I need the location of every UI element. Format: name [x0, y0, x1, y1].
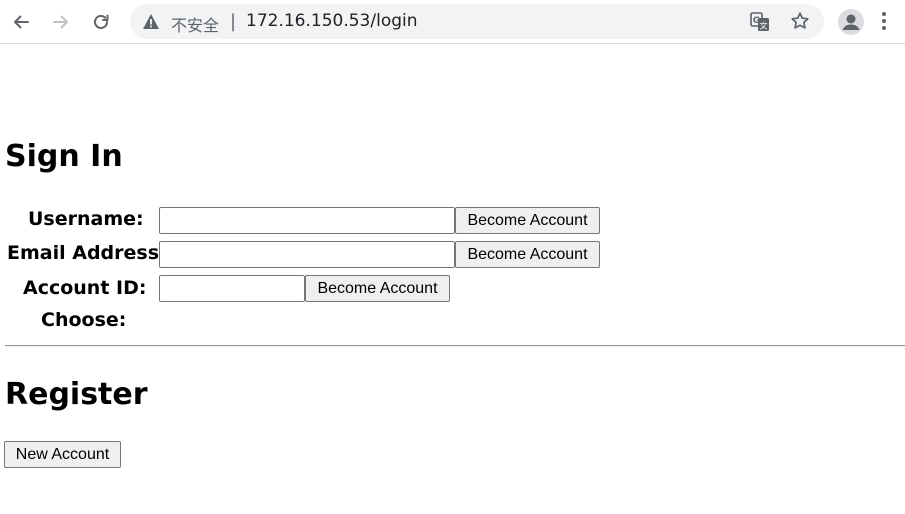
- star-icon[interactable]: [790, 11, 810, 35]
- forward-arrow-icon[interactable]: [48, 9, 74, 35]
- svg-text:文: 文: [760, 21, 768, 31]
- translate-icon[interactable]: G 文: [750, 12, 770, 36]
- account-id-become-account-button[interactable]: Become Account: [305, 275, 450, 302]
- email-address-input[interactable]: [159, 241, 455, 268]
- address-separator: |: [230, 11, 237, 32]
- username-become-account-button[interactable]: Become Account: [455, 207, 600, 234]
- account-id-input[interactable]: [159, 275, 305, 302]
- profile-icon[interactable]: [838, 9, 864, 35]
- new-account-button[interactable]: New Account: [4, 441, 121, 468]
- page-content: Sign In Username: Become Account Email A…: [0, 44, 905, 514]
- more-vert-icon[interactable]: [880, 10, 888, 36]
- email-become-account-button[interactable]: Become Account: [455, 241, 600, 268]
- address-bar[interactable]: 不安全 | 172.16.150.53/login G 文: [130, 4, 824, 39]
- url-text[interactable]: 172.16.150.53/login: [246, 11, 418, 31]
- back-arrow-icon[interactable]: [8, 9, 34, 35]
- section-divider: [5, 345, 905, 347]
- username-input[interactable]: [159, 207, 455, 234]
- warning-icon[interactable]: [142, 13, 160, 34]
- username-label: Username:: [28, 208, 144, 230]
- register-heading: Register: [5, 377, 148, 412]
- sign-in-heading: Sign In: [5, 139, 123, 174]
- account-id-label: Account ID:: [23, 277, 147, 299]
- security-status-label[interactable]: 不安全: [171, 12, 219, 36]
- email-address-label: Email Address:: [7, 242, 167, 264]
- browser-toolbar: 不安全 | 172.16.150.53/login G 文: [0, 0, 905, 44]
- reload-icon[interactable]: [88, 9, 114, 35]
- choose-label: Choose:: [41, 309, 127, 331]
